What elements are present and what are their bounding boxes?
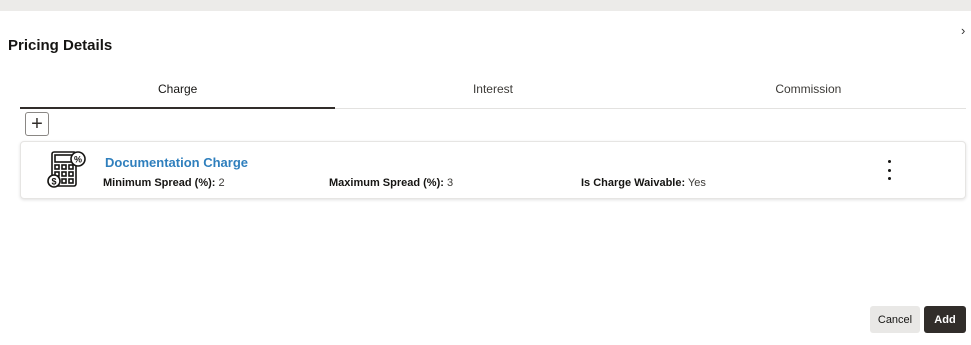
maximum-spread-value: 3 (446, 177, 454, 189)
cancel-button[interactable]: Cancel (870, 306, 920, 333)
add-button[interactable]: Add (924, 306, 966, 333)
kebab-menu-icon[interactable] (885, 160, 893, 180)
svg-text:%: % (74, 155, 82, 165)
charge-waivable-field: Is Charge Waivable: Yes (581, 177, 706, 189)
charge-title-link[interactable]: Documentation Charge (105, 155, 248, 170)
minimum-spread-value: 2 (218, 177, 225, 189)
tab-charge[interactable]: Charge (20, 78, 336, 109)
minimum-spread-label: Minimum Spread (%): (103, 177, 216, 189)
tab-commission[interactable]: Commission (651, 78, 966, 108)
maximum-spread-label: Maximum Spread (%): (329, 177, 444, 189)
minimum-spread-field: Minimum Spread (%): 2 (103, 177, 225, 189)
charge-card: % $ Documentation Charge Minimum Spread … (20, 141, 966, 199)
dialog-top-strip (0, 0, 971, 11)
tab-interest[interactable]: Interest (335, 78, 650, 108)
charge-waivable-label: Is Charge Waivable: (581, 177, 686, 189)
charge-waivable-value: Yes (687, 177, 706, 189)
pricing-tabs: Charge Interest Commission (20, 78, 966, 109)
svg-text:$: $ (51, 177, 56, 187)
maximum-spread-field: Maximum Spread (%): 3 (329, 177, 453, 189)
add-charge-button[interactable]: + (25, 112, 49, 136)
close-icon[interactable]: › (961, 24, 971, 38)
dialog-title: Pricing Details (8, 37, 113, 54)
calculator-percent-icon: % $ (46, 150, 88, 190)
